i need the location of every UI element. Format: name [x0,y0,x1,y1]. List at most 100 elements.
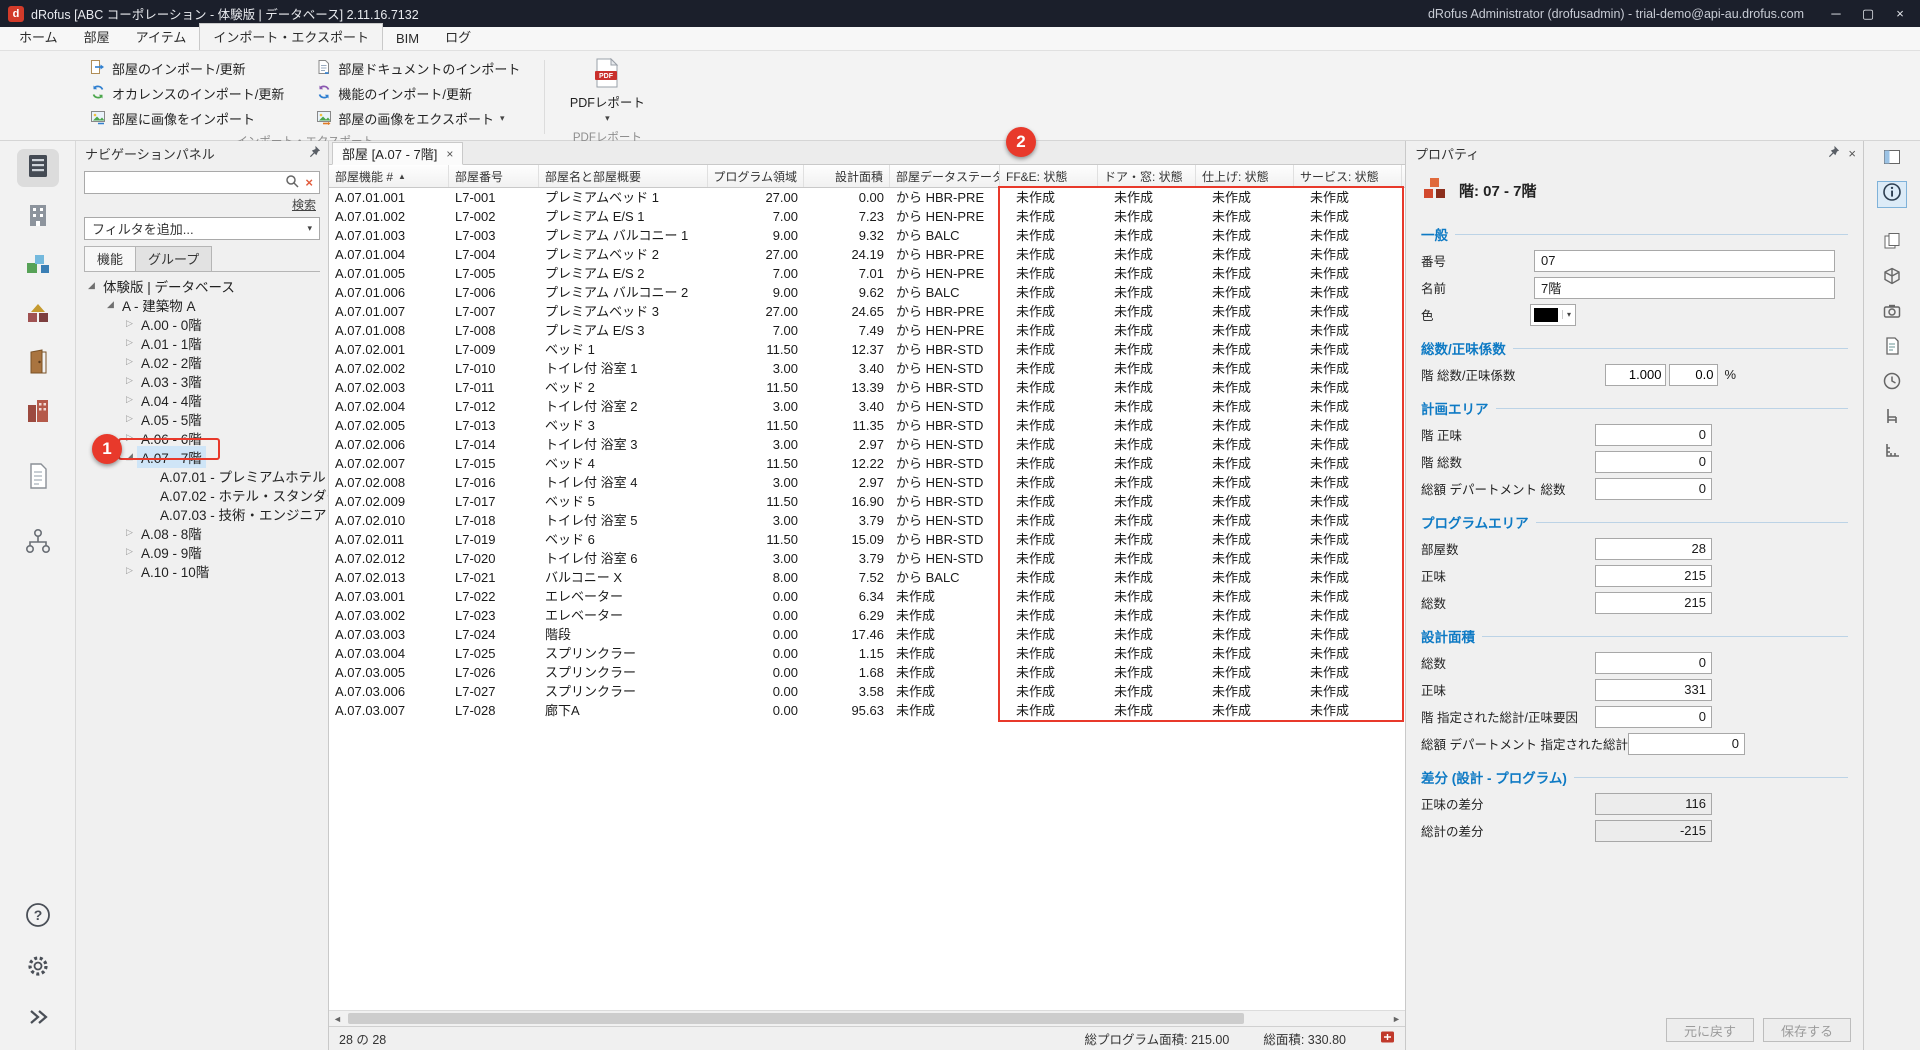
menu-tab-home[interactable]: ホーム [6,24,71,50]
table-row[interactable]: A.07.02.003L7-011ベッド 211.5013.39から HBR-S… [329,378,1405,397]
import-room-documents-button[interactable]: 部屋ドキュメントのインポート [310,57,526,80]
table-cell[interactable]: 未作成 [1294,321,1402,340]
table-cell[interactable]: 未作成 [1196,549,1294,568]
table-cell[interactable]: 未作成 [1098,625,1196,644]
horizontal-scrollbar[interactable]: ◄ ► [329,1010,1405,1026]
planned-area-field[interactable] [1595,451,1712,473]
table-row[interactable]: A.07.01.004L7-004プレミアムベッド 227.0024.19から … [329,245,1405,264]
table-cell[interactable]: 未作成 [1000,530,1098,549]
table-cell[interactable]: 未作成 [1294,454,1402,473]
table-cell[interactable]: 9.62 [804,283,890,302]
table-cell[interactable]: A.07.03.006 [329,682,449,701]
table-cell[interactable]: 未作成 [1294,568,1402,587]
table-cell[interactable]: 3.00 [708,435,804,454]
deviation-field[interactable] [1595,820,1712,842]
tree-item-13[interactable]: ▷A.08 - 8階 [76,523,328,542]
table-cell[interactable]: 3.00 [708,473,804,492]
table-cell[interactable]: トイレ付 浴室 5 [539,511,708,530]
table-cell[interactable]: 未作成 [1000,435,1098,454]
table-cell[interactable]: 0.00 [708,701,804,720]
column-header-7[interactable]: ドア・窓: 状態 [1098,165,1196,187]
table-cell[interactable]: 未作成 [1294,701,1402,720]
table-cell[interactable]: L7-012 [449,397,539,416]
table-cell[interactable]: 未作成 [1294,378,1402,397]
table-cell[interactable]: A.07.01.005 [329,264,449,283]
table-cell[interactable]: トイレ付 浴室 6 [539,549,708,568]
table-cell[interactable]: 7.52 [804,568,890,587]
table-cell[interactable]: A.07.02.011 [329,530,449,549]
table-cell[interactable]: 未作成 [890,625,1000,644]
table-cell[interactable]: 未作成 [1294,435,1402,454]
model-button[interactable] [1877,265,1907,292]
table-cell[interactable]: L7-013 [449,416,539,435]
table-cell[interactable]: 未作成 [1098,682,1196,701]
table-cell[interactable]: 11.50 [708,340,804,359]
pin-icon[interactable] [1827,145,1840,161]
table-cell[interactable]: から HEN-PRE [890,264,1000,283]
table-row[interactable]: A.07.03.007L7-028廊下A0.0095.63未作成未作成未作成未作… [329,701,1405,720]
designed-area-field[interactable] [1628,733,1745,755]
table-cell[interactable]: 未作成 [1098,226,1196,245]
table-row[interactable]: A.07.03.002L7-023エレベーター0.006.29未作成未作成未作成… [329,606,1405,625]
table-cell[interactable]: から HEN-PRE [890,321,1000,340]
program-area-field[interactable] [1595,565,1712,587]
table-cell[interactable]: 未作成 [1000,587,1098,606]
table-cell[interactable]: プレミアムベッド 3 [539,302,708,321]
table-cell[interactable]: 3.79 [804,549,890,568]
tree-collapsed-icon[interactable]: ▷ [122,337,137,348]
table-cell[interactable]: 未作成 [890,606,1000,625]
floor-name-input[interactable] [1534,277,1835,299]
table-cell[interactable]: 13.39 [804,378,890,397]
table-cell[interactable]: 未作成 [1294,492,1402,511]
table-cell[interactable]: 未作成 [1098,188,1196,207]
table-cell[interactable]: 未作成 [1294,644,1402,663]
door-button[interactable] [17,345,59,383]
table-cell[interactable]: 未作成 [1098,530,1196,549]
menu-tab-items[interactable]: アイテム [123,24,200,50]
column-header-0[interactable]: 部屋機能 #▲ [329,165,449,187]
table-cell[interactable]: L7-026 [449,663,539,682]
table-cell[interactable]: 未作成 [1196,207,1294,226]
table-cell[interactable]: 未作成 [1196,644,1294,663]
table-cell[interactable]: 未作成 [1294,302,1402,321]
tree-item-5[interactable]: ▷A.03 - 3階 [76,371,328,390]
table-cell[interactable]: 未作成 [1196,454,1294,473]
table-cell[interactable]: 未作成 [1098,207,1196,226]
designed-area-field[interactable] [1595,652,1712,674]
table-cell[interactable]: から HEN-STD [890,435,1000,454]
org-chart-button[interactable] [17,524,59,562]
table-cell[interactable]: A.07.03.004 [329,644,449,663]
tree-collapsed-icon[interactable]: ▷ [122,527,137,538]
pin-icon[interactable] [308,145,321,161]
table-cell[interactable]: 未作成 [1000,663,1098,682]
column-header-6[interactable]: FF&E: 状態 [1000,165,1098,187]
table-cell[interactable]: から HBR-STD [890,378,1000,397]
table-cell[interactable]: 24.65 [804,302,890,321]
table-cell[interactable]: 9.32 [804,226,890,245]
table-cell[interactable]: 未作成 [1098,283,1196,302]
table-row[interactable]: A.07.02.001L7-009ベッド 111.5012.37から HBR-S… [329,340,1405,359]
table-row[interactable]: A.07.02.002L7-010トイレ付 浴室 13.003.40から HEN… [329,359,1405,378]
tree-item-4[interactable]: ▷A.02 - 2階 [76,352,328,371]
planned-area-field[interactable] [1595,478,1712,500]
table-cell[interactable]: 27.00 [708,245,804,264]
table-cell[interactable]: 7.23 [804,207,890,226]
table-cell[interactable]: 未作成 [1294,340,1402,359]
table-cell[interactable]: 未作成 [1196,530,1294,549]
table-cell[interactable]: 0.00 [708,682,804,701]
table-cell[interactable]: L7-008 [449,321,539,340]
table-cell[interactable]: A.07.01.008 [329,321,449,340]
table-cell[interactable]: 未作成 [1098,492,1196,511]
table-cell[interactable]: 未作成 [1196,701,1294,720]
table-row[interactable]: A.07.02.012L7-020トイレ付 浴室 63.003.79から HEN… [329,549,1405,568]
column-header-5[interactable]: 部屋データステータス [890,165,1000,187]
table-cell[interactable]: 未作成 [1098,340,1196,359]
floor-number-input[interactable] [1534,250,1835,272]
table-cell[interactable]: 未作成 [1098,549,1196,568]
table-cell[interactable]: 未作成 [1098,321,1196,340]
table-cell[interactable]: 未作成 [1000,378,1098,397]
table-cell[interactable]: A.07.02.001 [329,340,449,359]
table-cell[interactable]: 未作成 [1098,359,1196,378]
table-cell[interactable]: から HEN-STD [890,549,1000,568]
column-header-2[interactable]: 部屋名と部屋概要 [539,165,708,187]
